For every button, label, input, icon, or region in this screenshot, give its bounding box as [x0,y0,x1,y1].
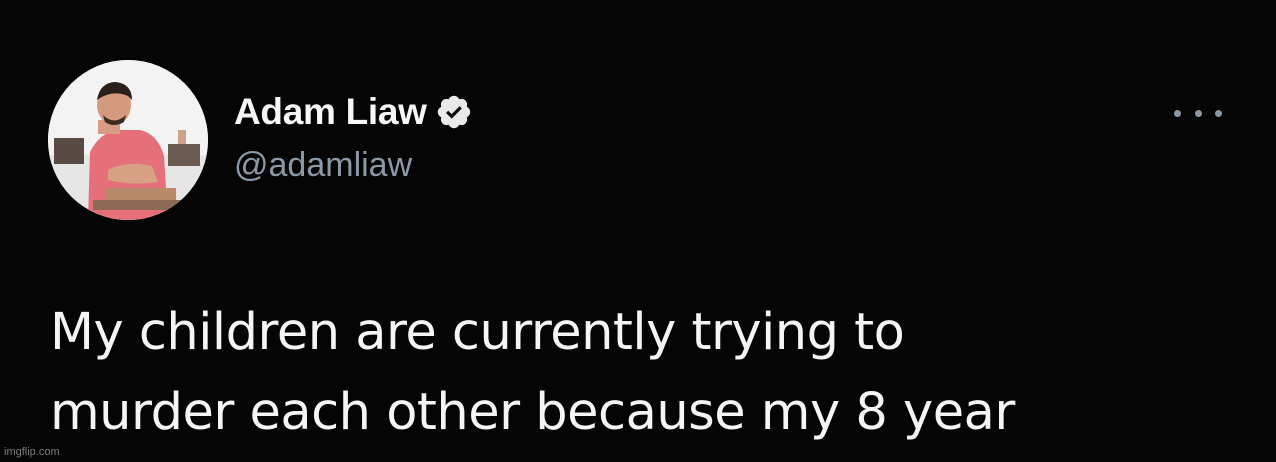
tweet-text: My children are currently trying to murd… [50,303,1015,442]
author-display-name[interactable]: Adam Liaw [234,91,427,133]
verified-badge-icon [435,93,473,131]
avatar[interactable] [48,60,208,220]
more-options-icon[interactable] [1170,100,1226,126]
more-dot [1194,109,1202,117]
author-handle[interactable]: @adamliaw [234,146,412,185]
author-name-row: Adam Liaw [234,88,473,136]
more-dot [1215,109,1222,117]
watermark: imgflip.com [4,446,60,458]
profile-photo-icon [48,60,208,220]
more-dot [1174,109,1181,117]
tweet-card: Adam Liaw @adamliaw My children are curr… [0,0,1276,462]
